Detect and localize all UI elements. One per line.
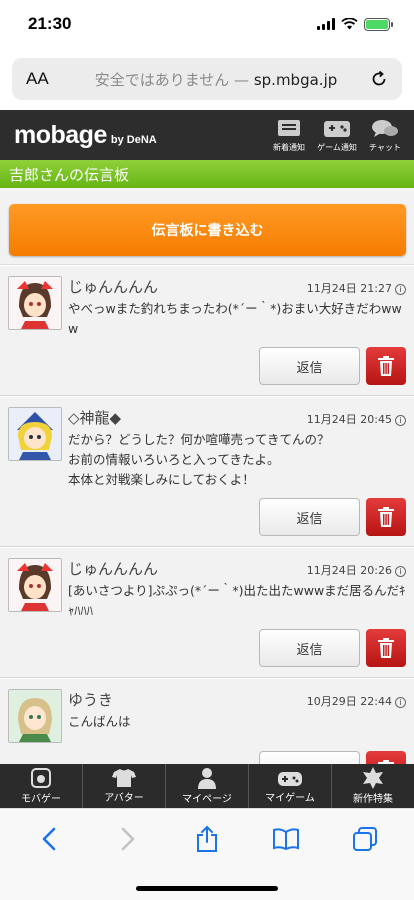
write-area: 伝言板に書き込む [0, 188, 414, 265]
post-message: やべっwまた釣れちまったわ(*´ー｀*)おまい大好きだわwww [68, 301, 402, 336]
address-bar[interactable]: AA 安全ではありません — sp.mbga.jp [12, 58, 402, 100]
avatar-image [9, 690, 61, 742]
mobage-header: mobage by DeNA 新着通知 ゲーム通知 チャット [0, 110, 414, 160]
author-name[interactable]: ゆうき [68, 689, 113, 710]
trash-icon [378, 356, 394, 376]
status-icons [317, 17, 393, 31]
post-message: [あいさつより]ぷぷっ(*´ー｀*)出た出たwwwまだ居るんだｷｬﾊﾊﾊ [68, 583, 406, 618]
status-time: 21:30 [28, 14, 72, 33]
notifications-button[interactable]: 新着通知 [266, 118, 312, 153]
bookmarks-button[interactable] [266, 819, 306, 859]
game-notifications-button[interactable]: ゲーム通知 [314, 118, 360, 153]
mobage-logo[interactable]: mobage by DeNA [14, 121, 157, 150]
trash-icon [378, 638, 394, 658]
back-button[interactable] [29, 819, 69, 859]
info-icon[interactable]: i [395, 415, 406, 426]
list-item: ◇神龍◆ 11月24日 20:45 i だから？どうした？何か喧嘩売ってきてんの？… [0, 396, 414, 547]
post-message: こんばんは [68, 714, 131, 729]
author-name[interactable]: じゅんんんん [68, 558, 158, 579]
reply-button[interactable]: 返信 [259, 498, 360, 536]
trash-icon [378, 507, 394, 527]
reply-button[interactable]: 返信 [259, 347, 360, 385]
avatar[interactable] [8, 407, 62, 461]
message-list: じゅんんんん 11月24日 21:27 i やべっwまた釣れちまったわ(*´ー｀*… [0, 265, 414, 800]
insecure-warning: 安全ではありません — [94, 70, 250, 89]
share-icon [196, 825, 217, 852]
post-date: 11月24日 21:27 i [307, 280, 406, 296]
avatar[interactable] [8, 276, 62, 330]
post-message: だから？どうした？何か喧嘩売ってきてんの？ お前の情報いろいろと入ってきたよ。 … [68, 432, 330, 487]
person-icon [198, 768, 216, 789]
avatar[interactable] [8, 689, 62, 743]
author-name[interactable]: ◇神龍◆ [68, 407, 121, 428]
delete-button[interactable] [366, 629, 406, 667]
tshirt-icon [112, 769, 136, 787]
gamepad-icon [278, 772, 302, 786]
gamepad-icon [324, 120, 350, 137]
inbox-icon [278, 119, 300, 136]
avatar[interactable] [8, 558, 62, 612]
delete-button[interactable] [366, 498, 406, 536]
home-indicator [136, 886, 278, 891]
avatar-image [9, 559, 61, 611]
nav-item-mobage[interactable]: モバゲー [0, 764, 83, 808]
share-button[interactable] [187, 819, 227, 859]
list-item: じゅんんんん 11月24日 20:26 i [あいさつより]ぷぷっ(*´ー｀*)出… [0, 547, 414, 678]
page-title: 吉郎さんの伝言板 [0, 160, 414, 188]
author-name[interactable]: じゅんんんん [68, 276, 158, 297]
url-display[interactable]: 安全ではありません — sp.mbga.jp [66, 69, 366, 90]
battery-icon [364, 17, 393, 31]
browser-address-area: AA 安全ではありません — sp.mbga.jp [0, 48, 414, 110]
post-date: 11月24日 20:45 i [307, 411, 406, 427]
post-date: 11月24日 20:26 i [307, 562, 406, 578]
info-icon[interactable]: i [395, 284, 406, 295]
chevron-left-icon [43, 827, 56, 851]
text-size-button[interactable]: AA [26, 69, 66, 89]
new-badge-icon [363, 767, 383, 789]
forward-button[interactable] [108, 819, 148, 859]
header-actions: 新着通知 ゲーム通知 チャット [266, 118, 408, 153]
nav-item-mygame[interactable]: マイゲーム [249, 764, 332, 808]
ios-status-bar: 21:30 [0, 0, 414, 48]
safari-toolbar [0, 808, 414, 900]
post-date: 10月29日 22:44 i [307, 693, 406, 709]
chat-button[interactable]: チャット [362, 118, 408, 153]
book-icon [272, 828, 299, 850]
wifi-icon [341, 18, 358, 30]
reload-button[interactable] [366, 66, 392, 92]
tabs-button[interactable] [345, 819, 385, 859]
url-domain: sp.mbga.jp [253, 70, 338, 89]
cellular-signal-icon [317, 18, 335, 30]
tabs-icon [352, 827, 377, 851]
reload-icon [372, 70, 386, 86]
write-message-button[interactable]: 伝言板に書き込む [9, 204, 406, 256]
list-item: じゅんんんん 11月24日 21:27 i やべっwまた釣れちまったわ(*´ー｀*… [0, 265, 414, 396]
mobage-bottom-nav: モバゲー アバター マイページ マイゲーム 新作特集 [0, 764, 414, 808]
mobage-home-icon [31, 768, 51, 788]
nav-item-avatar[interactable]: アバター [83, 764, 166, 808]
delete-button[interactable] [366, 347, 406, 385]
reply-button[interactable]: 返信 [259, 629, 360, 667]
info-icon[interactable]: i [395, 697, 406, 708]
avatar-image [9, 408, 61, 460]
nav-item-mypage[interactable]: マイページ [166, 764, 249, 808]
info-icon[interactable]: i [395, 566, 406, 577]
avatar-image [9, 277, 61, 329]
chat-bubbles-icon [372, 119, 398, 137]
nav-item-new-games[interactable]: 新作特集 [332, 764, 414, 808]
chevron-right-icon [121, 827, 135, 851]
